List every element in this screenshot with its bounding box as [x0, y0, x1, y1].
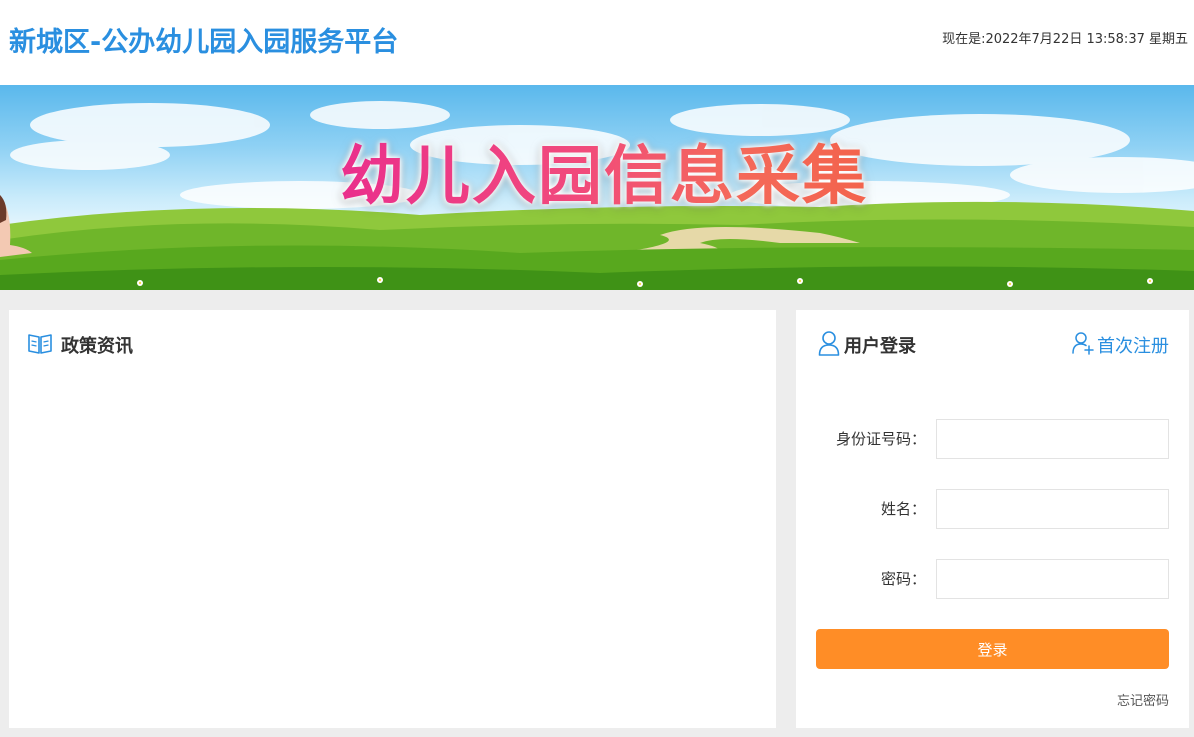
policy-panel-header: 政策资讯	[27, 332, 133, 358]
login-button[interactable]: 登录	[816, 629, 1169, 669]
register-link[interactable]: 首次注册	[1072, 332, 1169, 358]
user-add-icon	[1072, 331, 1094, 359]
id-number-label: 身份证号码：	[835, 430, 926, 448]
book-icon	[27, 331, 53, 359]
user-icon	[818, 330, 840, 360]
banner: 幼儿入园信息采集	[0, 85, 1194, 290]
current-time: 现在是:2022年7月22日 13:58:37 星期五	[942, 32, 1188, 47]
page-header: 新城区-公办幼儿园入园服务平台 现在是:2022年7月22日 13:58:37 …	[0, 0, 1194, 85]
name-input[interactable]	[936, 489, 1169, 529]
login-panel-header: 用户登录	[818, 330, 916, 360]
password-row: 密码：	[796, 559, 1189, 599]
login-panel-title: 用户登录	[844, 336, 916, 357]
register-link-label: 首次注册	[1097, 336, 1169, 357]
password-input[interactable]	[936, 559, 1169, 599]
site-title: 新城区-公办幼儿园入园服务平台	[9, 27, 399, 58]
name-row: 姓名：	[796, 489, 1189, 529]
banner-title: 幼儿入园信息采集	[340, 125, 868, 217]
password-label: 密码：	[880, 570, 926, 588]
id-number-row: 身份证号码：	[796, 419, 1189, 459]
policy-panel: 政策资讯	[9, 310, 776, 728]
forgot-password-link[interactable]: 忘记密码	[1117, 690, 1169, 709]
login-panel: 用户登录 首次注册 身份证号码： 姓名： 密码： 登录 忘记密码	[796, 310, 1189, 728]
policy-panel-title: 政策资讯	[61, 336, 133, 357]
name-label: 姓名：	[880, 500, 926, 518]
id-number-input[interactable]	[936, 419, 1169, 459]
